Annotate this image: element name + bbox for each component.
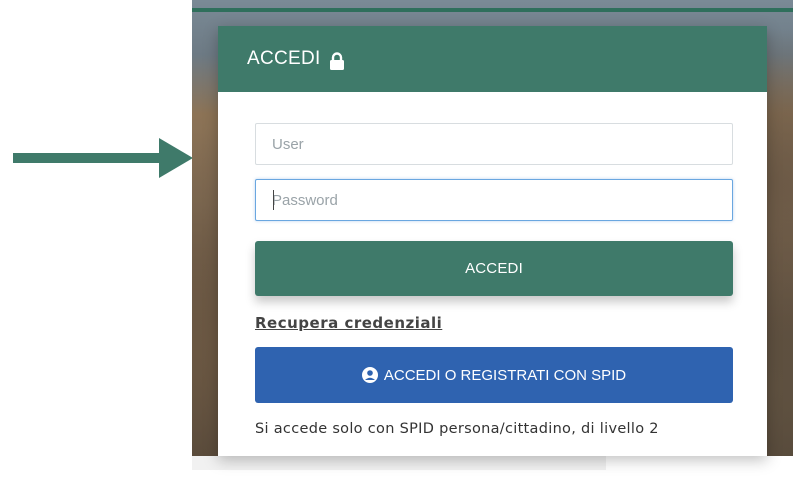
recover-credentials-link[interactable]: Recupera credenziali bbox=[255, 314, 442, 332]
lock-icon bbox=[329, 52, 345, 70]
login-header: ACCEDI bbox=[218, 26, 767, 92]
spid-login-button[interactable]: ACCEDI O REGISTRATI CON SPID bbox=[255, 347, 733, 403]
spid-note: Si accede solo con SPID persona/cittadin… bbox=[255, 421, 659, 437]
user-circle-icon bbox=[361, 367, 378, 383]
login-card: ACCEDI ACCEDI Recupera credenziali ACCED… bbox=[218, 26, 767, 456]
top-accent-line bbox=[192, 8, 793, 12]
arrow-head bbox=[159, 138, 193, 178]
login-title: ACCEDI bbox=[247, 48, 321, 69]
login-button[interactable]: ACCEDI bbox=[255, 241, 733, 296]
password-input[interactable] bbox=[255, 179, 733, 221]
bottom-strip bbox=[192, 456, 606, 470]
spid-button-label: ACCEDI O REGISTRATI CON SPID bbox=[383, 366, 627, 384]
arrow-shaft bbox=[13, 153, 161, 163]
user-input[interactable] bbox=[255, 123, 733, 165]
text-cursor bbox=[273, 190, 274, 210]
arrow-right-icon bbox=[13, 138, 193, 178]
